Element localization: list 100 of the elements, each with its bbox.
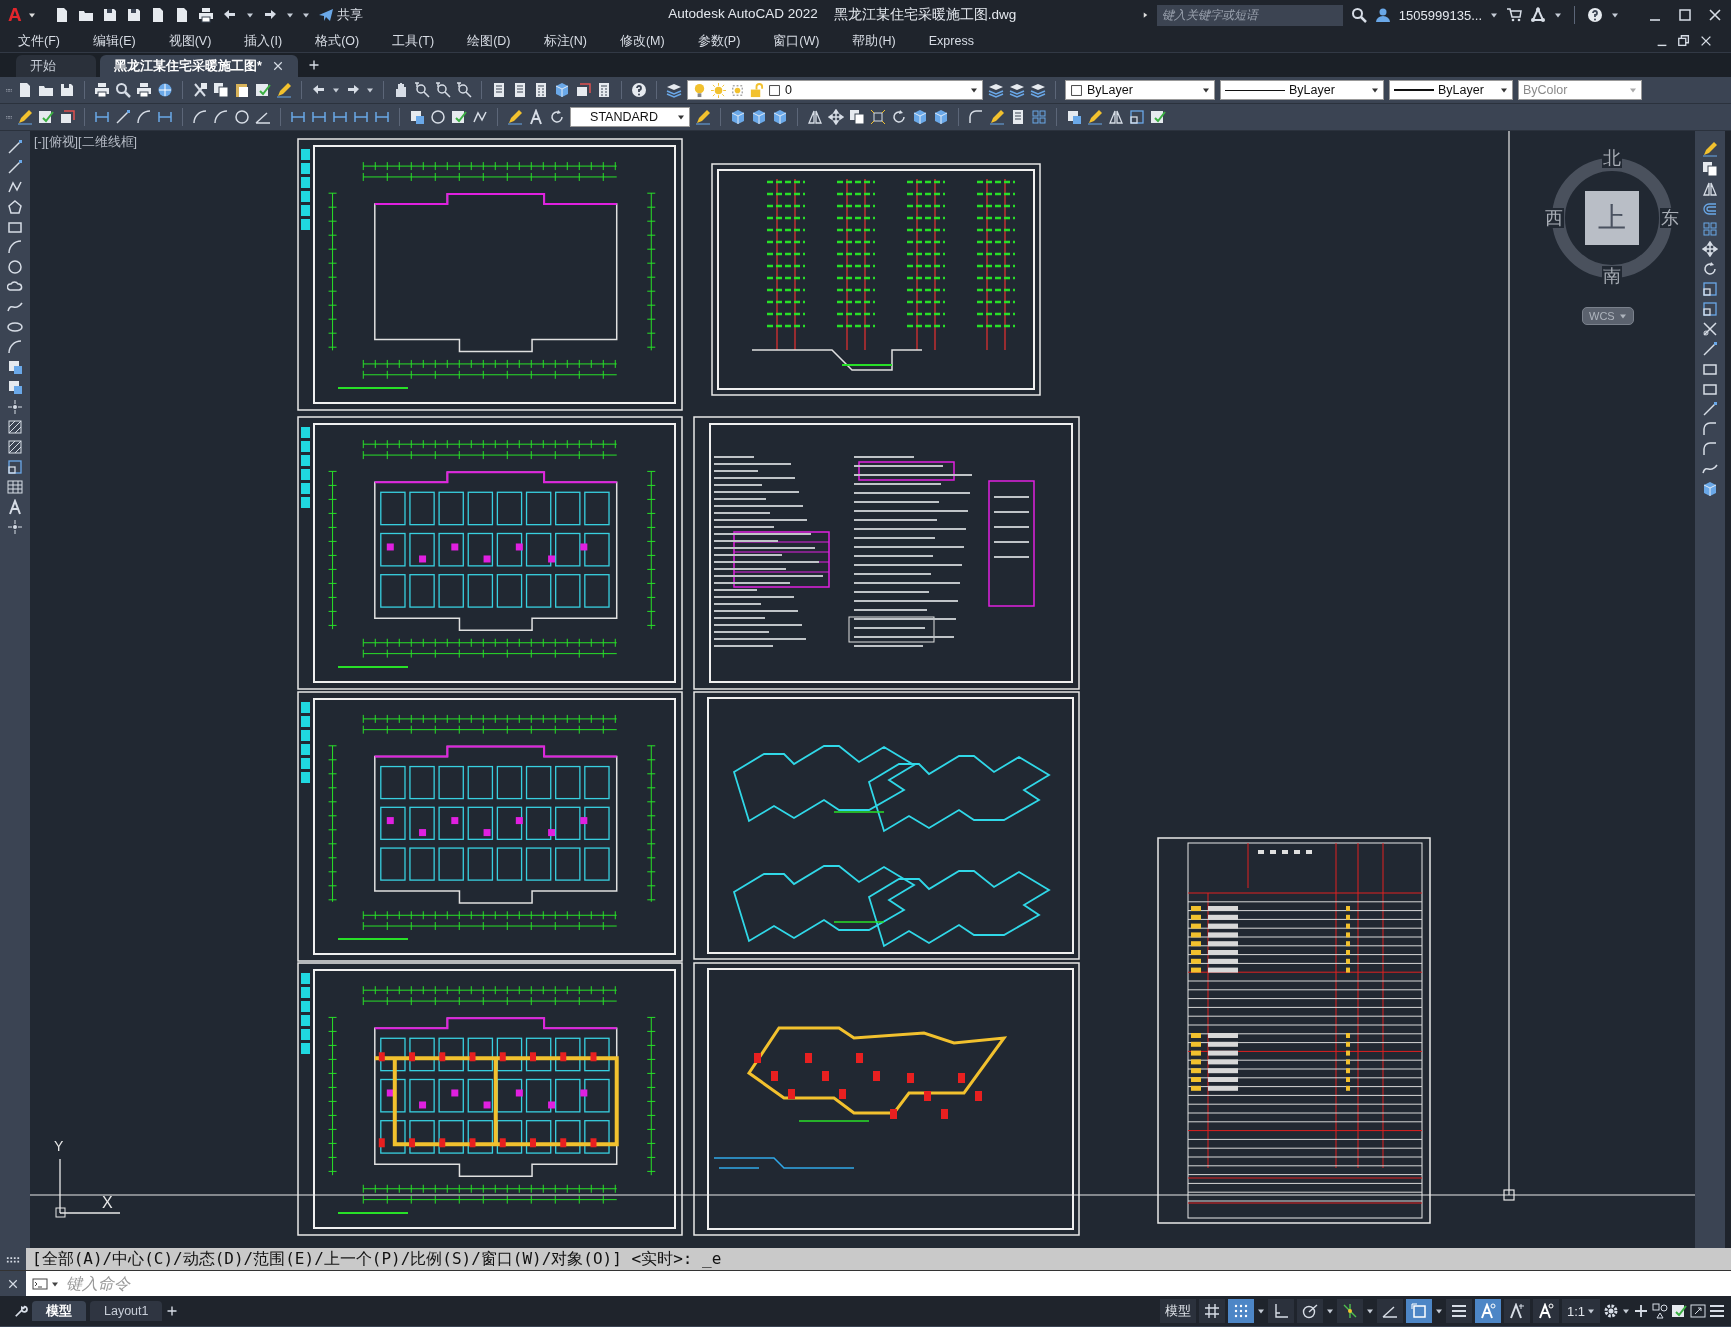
- array-icon[interactable]: [1031, 109, 1047, 125]
- caret-icon[interactable]: [1434, 1307, 1443, 1315]
- text-style-dropdown[interactable]: STANDARD: [570, 107, 690, 127]
- zoom-icon[interactable]: [456, 82, 472, 98]
- dimension-icon[interactable]: [353, 109, 369, 125]
- line-icon[interactable]: [1702, 341, 1718, 357]
- menu-item[interactable]: 文件(F): [18, 32, 71, 50]
- calc-icon[interactable]: [596, 82, 612, 98]
- status-toggle[interactable]: [1376, 1299, 1403, 1323]
- block-icon[interactable]: [1066, 109, 1082, 125]
- caret-icon[interactable]: [1202, 86, 1210, 94]
- copy-icon[interactable]: [213, 82, 229, 98]
- plus-icon[interactable]: [166, 1305, 179, 1317]
- status-toggle[interactable]: [1227, 1299, 1254, 1323]
- layout-tab[interactable]: 模型: [32, 1301, 86, 1321]
- cube-icon[interactable]: [730, 109, 746, 125]
- trim-icon[interactable]: [1702, 321, 1718, 337]
- menu-item[interactable]: 绘图(D): [467, 32, 522, 50]
- caret-icon[interactable]: [27, 11, 36, 19]
- compass-direction[interactable]: 北: [1602, 148, 1622, 168]
- menu-item[interactable]: 工具(T): [392, 32, 446, 50]
- layers-icon[interactable]: [988, 82, 1004, 98]
- offset-icon[interactable]: [1702, 201, 1718, 217]
- check-icon[interactable]: [1671, 1303, 1687, 1319]
- maximize-icon[interactable]: [1677, 7, 1693, 23]
- clipboard-icon[interactable]: [234, 82, 250, 98]
- stack-icon[interactable]: [575, 82, 591, 98]
- rotate-icon[interactable]: [549, 109, 565, 125]
- isolate-icon[interactable]: [1652, 1303, 1668, 1319]
- line-icon[interactable]: [7, 159, 23, 175]
- ellipse-icon[interactable]: [7, 319, 23, 335]
- color-dropdown[interactable]: ByLayer: [1065, 80, 1215, 100]
- check-icon[interactable]: [451, 109, 467, 125]
- annotation-scale-button[interactable]: 1:1: [1561, 1299, 1600, 1323]
- array-icon[interactable]: [1702, 221, 1718, 237]
- pencil-icon[interactable]: [17, 109, 33, 125]
- pencil-icon[interactable]: [1087, 109, 1103, 125]
- menu-item[interactable]: Express: [928, 34, 985, 48]
- layers-icon[interactable]: [666, 82, 682, 98]
- calc-icon[interactable]: [533, 82, 549, 98]
- fillet-icon[interactable]: [968, 109, 984, 125]
- status-toggle[interactable]: [1474, 1299, 1501, 1323]
- scissors-icon[interactable]: [192, 82, 208, 98]
- caret-icon[interactable]: [970, 86, 978, 94]
- linetype-dropdown[interactable]: ByLayer: [1220, 80, 1384, 100]
- layer-dropdown[interactable]: 0: [687, 80, 983, 100]
- table-icon[interactable]: [7, 479, 23, 495]
- move-icon[interactable]: [1702, 241, 1718, 257]
- command-input[interactable]: 键入命令: [62, 1271, 1731, 1296]
- move-icon[interactable]: [828, 109, 844, 125]
- menu-item[interactable]: 视图(V): [168, 32, 223, 50]
- pencil-icon[interactable]: [989, 109, 1005, 125]
- explode-icon[interactable]: [870, 109, 886, 125]
- copy-icon[interactable]: [849, 109, 865, 125]
- lineweight-dropdown[interactable]: ByLayer: [1389, 80, 1513, 100]
- model-space-button[interactable]: 模型: [1159, 1299, 1196, 1323]
- fillet-icon[interactable]: [1702, 441, 1718, 457]
- cube-icon[interactable]: [751, 109, 767, 125]
- menu-item[interactable]: 修改(M): [619, 32, 676, 50]
- zoom-icon[interactable]: [435, 82, 451, 98]
- dimension-icon[interactable]: [374, 109, 390, 125]
- arc-icon[interactable]: [213, 109, 229, 125]
- help-icon[interactable]: [631, 82, 647, 98]
- status-toggle[interactable]: [1503, 1299, 1530, 1323]
- block-icon[interactable]: [409, 109, 425, 125]
- pencil-icon[interactable]: [507, 109, 523, 125]
- caret-icon[interactable]: [1622, 1307, 1630, 1315]
- magnifier-icon[interactable]: [115, 82, 131, 98]
- menu-item[interactable]: 参数(P): [697, 32, 752, 50]
- stack-icon[interactable]: [59, 109, 75, 125]
- arc-icon[interactable]: [192, 109, 208, 125]
- compass-direction[interactable]: 东: [1660, 208, 1680, 228]
- help-icon[interactable]: [1587, 7, 1603, 23]
- viewcube-face[interactable]: 上: [1585, 191, 1639, 245]
- line-icon[interactable]: [115, 109, 131, 125]
- status-toggle[interactable]: [1405, 1299, 1432, 1323]
- scale-icon[interactable]: [1702, 301, 1718, 317]
- status-toggle[interactable]: [1267, 1299, 1294, 1323]
- caret-icon[interactable]: [1325, 1307, 1334, 1315]
- close-icon[interactable]: [7, 1277, 19, 1290]
- expand-arrow-icon[interactable]: [1141, 11, 1149, 19]
- menu-item[interactable]: 帮助(H): [852, 32, 907, 50]
- scale-icon[interactable]: [1702, 281, 1718, 297]
- globe-icon[interactable]: [157, 82, 173, 98]
- layers-icon[interactable]: [1030, 82, 1046, 98]
- grip-marker[interactable]: [1503, 1189, 1515, 1201]
- arc-icon[interactable]: [136, 109, 152, 125]
- printer-icon[interactable]: [197, 7, 214, 23]
- dimension-icon[interactable]: [157, 109, 173, 125]
- zoom-icon[interactable]: [414, 82, 430, 98]
- viewport-controls[interactable]: [-][俯视][二维线框]: [34, 134, 137, 151]
- pencil-icon[interactable]: [695, 109, 711, 125]
- dimension-icon[interactable]: [332, 109, 348, 125]
- arc-icon[interactable]: [7, 239, 23, 255]
- layout-tab[interactable]: Layout1: [90, 1301, 163, 1321]
- document-tab[interactable]: 开始: [16, 55, 96, 77]
- printer-icon[interactable]: [94, 82, 110, 98]
- close-icon[interactable]: [271, 60, 284, 72]
- layers-icon[interactable]: [1009, 82, 1025, 98]
- polygon-icon[interactable]: [7, 199, 23, 215]
